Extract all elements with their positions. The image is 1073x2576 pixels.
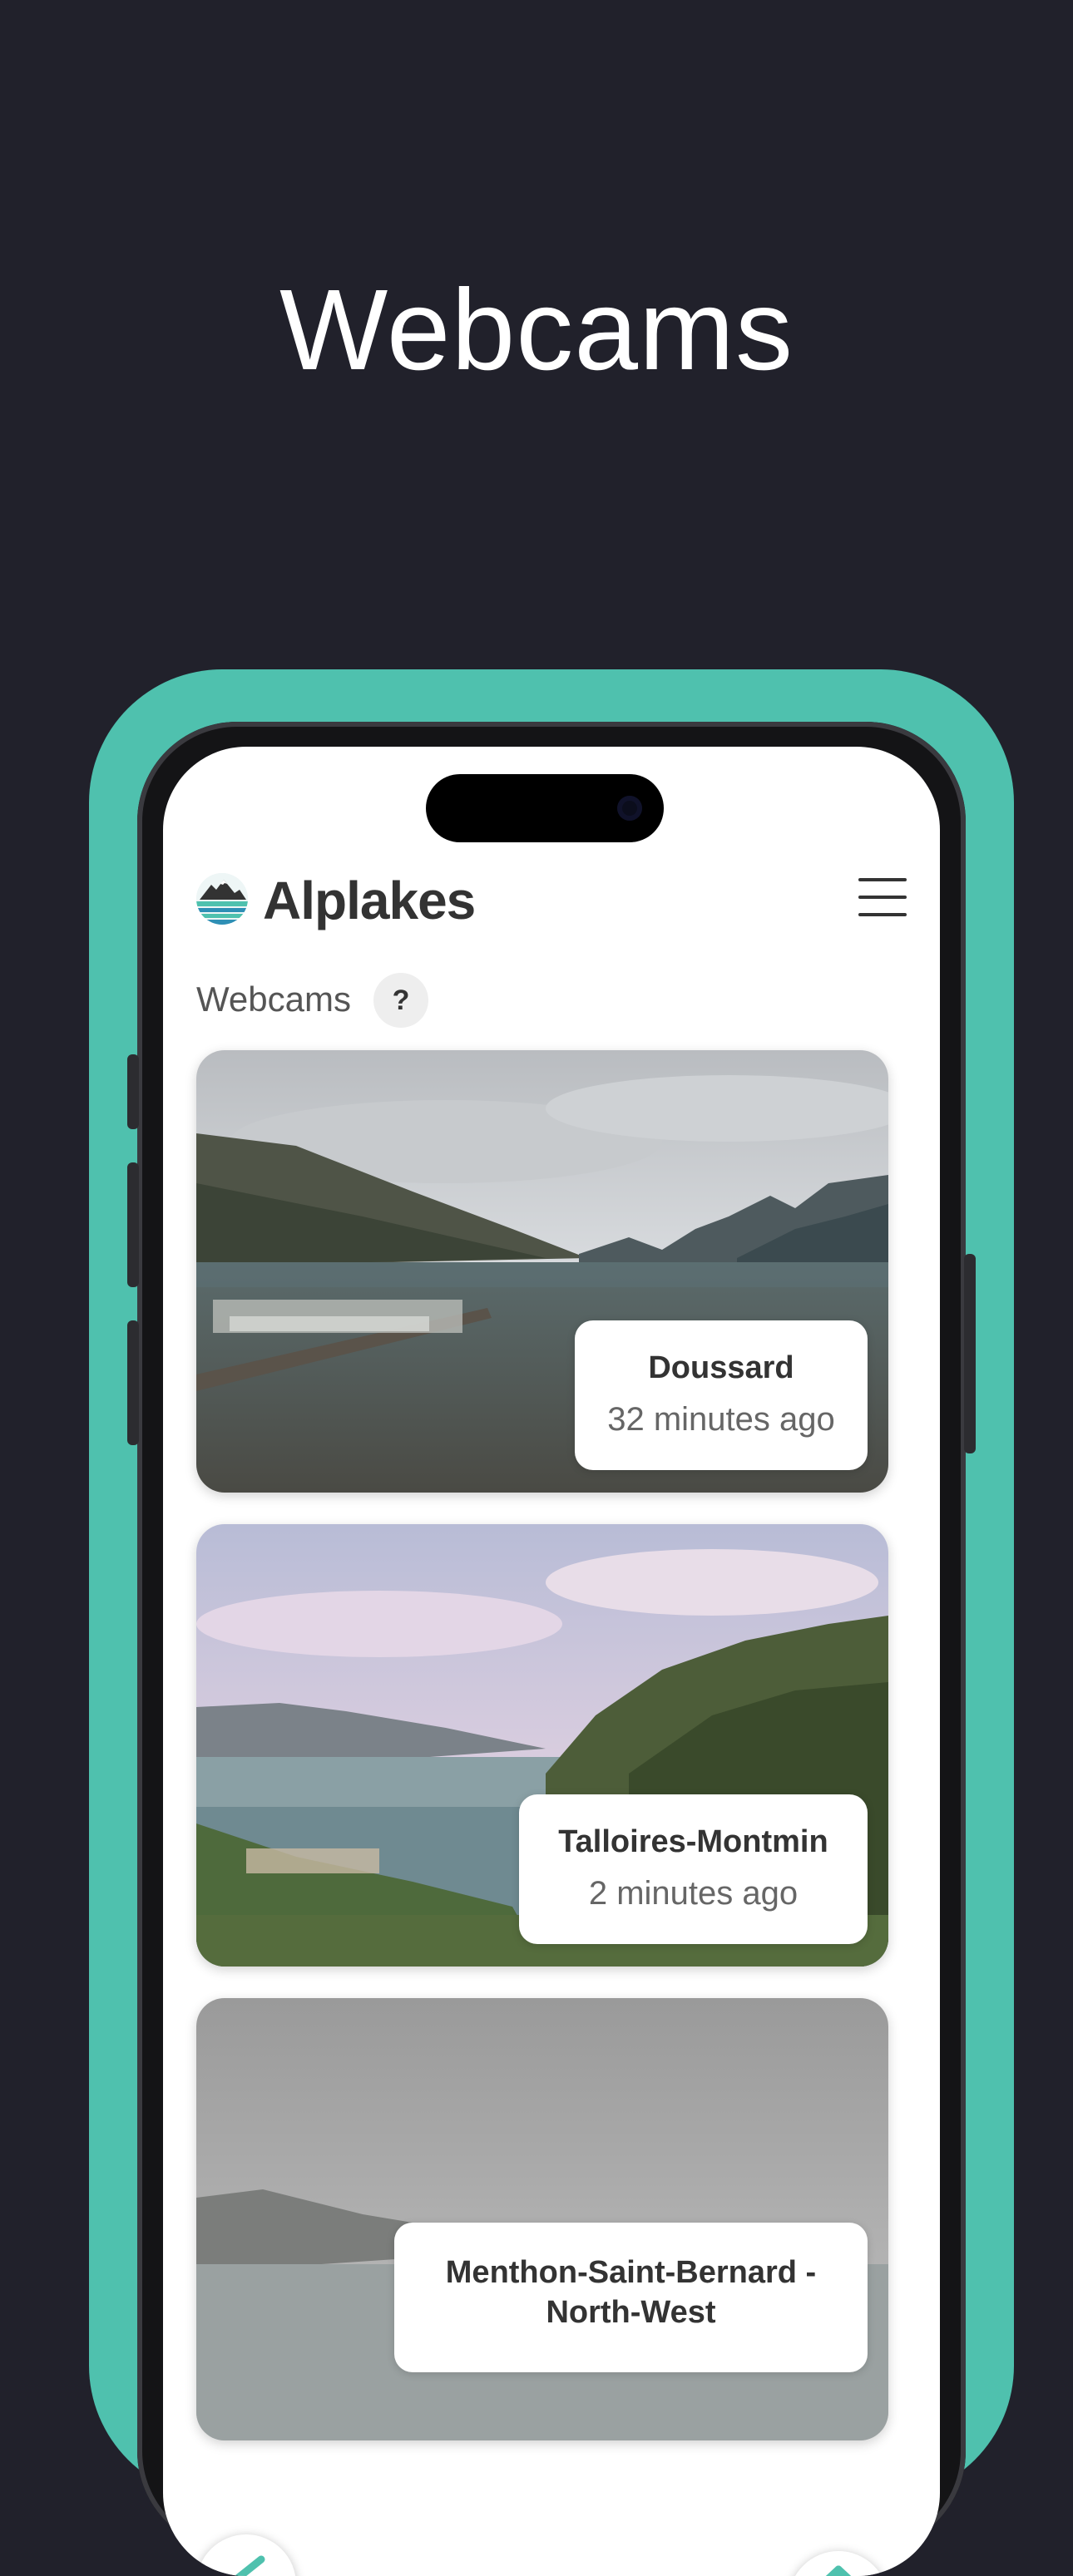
scroll-top-icon[interactable]	[789, 2551, 888, 2576]
front-camera-icon	[617, 796, 642, 821]
webcam-updated: 2 minutes ago	[588, 1875, 799, 1912]
hamburger-menu-icon[interactable]	[858, 873, 907, 921]
volume-up-button	[127, 1162, 139, 1287]
app-name[interactable]: Alplakes	[263, 870, 476, 931]
section-title: Webcams	[196, 980, 351, 1019]
phone-body: Alplakes Webcams ? Doussard 32 minutes a…	[127, 722, 976, 2576]
webcam-updated: 32 minutes ago	[607, 1401, 835, 1438]
power-button	[964, 1254, 976, 1453]
webcam-name: Menthon-Saint-Bernard - North-West	[445, 2255, 817, 2330]
volume-down-button	[127, 1320, 139, 1445]
dynamic-island	[426, 774, 664, 842]
app-header: Alplakes	[196, 863, 907, 938]
webcam-label: Menthon-Saint-Bernard - North-West	[394, 2223, 868, 2372]
webcam-image	[196, 1998, 888, 2440]
alplakes-logo-icon[interactable]	[196, 873, 248, 925]
phone-frame: Alplakes Webcams ? Doussard 32 minutes a…	[89, 669, 1014, 2576]
webcam-label: Talloires-Montmin 2 minutes ago	[519, 1794, 868, 1944]
webcam-name: Doussard	[648, 1350, 794, 1385]
promo-headline: Webcams	[279, 266, 794, 394]
webcam-label: Doussard 32 minutes ago	[575, 1320, 868, 1470]
webcam-card-talloires-montmin[interactable]: Talloires-Montmin 2 minutes ago	[196, 1524, 888, 1967]
back-icon[interactable]	[196, 2534, 296, 2576]
webcam-card-menthon-saint-bernard[interactable]: Menthon-Saint-Bernard - North-West	[196, 1998, 888, 2440]
webcam-card-doussard[interactable]: Doussard 32 minutes ago	[196, 1050, 888, 1493]
webcam-name: Talloires-Montmin	[558, 1824, 828, 1859]
phone-screen: Alplakes Webcams ? Doussard 32 minutes a…	[163, 747, 940, 2576]
help-icon[interactable]: ?	[373, 973, 428, 1028]
action-button	[127, 1054, 139, 1129]
